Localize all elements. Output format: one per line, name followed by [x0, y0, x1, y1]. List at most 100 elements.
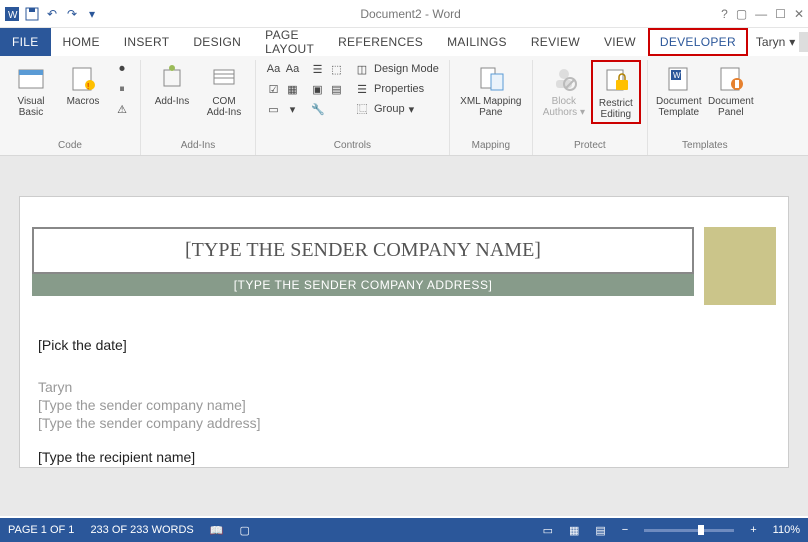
- block-authors-icon: [548, 62, 580, 94]
- group-controls: AaAa ☑▦ ▭▾ ☰⬚ ▣▤ 🔧 ◫Design Mode ☰Propert…: [256, 60, 450, 155]
- minimize-icon[interactable]: —: [755, 7, 767, 21]
- macros-button[interactable]: ! Macros: [58, 60, 108, 109]
- pause-icon: ⏸: [114, 81, 130, 97]
- pause-recording-button[interactable]: ⏸: [112, 80, 132, 98]
- chevron-down-icon: ▾: [409, 103, 415, 116]
- group-templates-label: Templates: [682, 138, 728, 155]
- page-indicator[interactable]: PAGE 1 OF 1: [8, 524, 74, 536]
- svg-text:W: W: [673, 71, 681, 80]
- design-mode-button[interactable]: ◫Design Mode: [352, 60, 441, 78]
- macros-icon: !: [67, 62, 99, 94]
- tab-file[interactable]: FILE: [0, 28, 51, 56]
- tab-design[interactable]: DESIGN: [181, 28, 253, 56]
- word-count[interactable]: 233 OF 233 WORDS: [90, 524, 193, 536]
- svg-text:W: W: [8, 10, 18, 21]
- save-icon[interactable]: [24, 6, 40, 22]
- sender-company-title[interactable]: [TYPE THE SENDER COMPANY NAME]: [32, 227, 694, 274]
- picture-control[interactable]: ☰⬚: [308, 60, 346, 78]
- group-code: Visual Basic ! Macros ⏺ ⏸ ⚠ Code: [0, 60, 141, 155]
- tab-view[interactable]: VIEW: [592, 28, 648, 56]
- record-icon: ⏺: [114, 61, 130, 77]
- tab-home[interactable]: HOME: [51, 28, 112, 56]
- close-icon[interactable]: ✕: [794, 7, 804, 21]
- zoom-out-button[interactable]: −: [622, 524, 628, 536]
- document-area[interactable]: [TYPE THE SENDER COMPANY NAME] [TYPE THE…: [0, 156, 808, 516]
- redo-icon[interactable]: ↷: [64, 6, 80, 22]
- restrict-editing-icon: [600, 64, 632, 96]
- window-title: Document2 - Word: [100, 7, 721, 21]
- tab-developer[interactable]: DEVELOPER: [648, 28, 748, 56]
- addins-button[interactable]: Add-Ins: [147, 60, 197, 109]
- building-block-control[interactable]: ▣▤: [308, 80, 346, 98]
- status-bar: PAGE 1 OF 1 233 OF 233 WORDS 📖 ▢ ▭ ▦ ▤ −…: [0, 518, 808, 542]
- recipient-name-field[interactable]: [Type the recipient name]: [38, 449, 770, 465]
- chevron-down-icon: ▾: [580, 107, 585, 118]
- document-template-button[interactable]: W Document Template: [654, 60, 704, 120]
- qat-customize-icon[interactable]: ▾: [84, 6, 100, 22]
- group-mapping-label: Mapping: [472, 138, 510, 155]
- xml-mapping-pane-button[interactable]: XML Mapping Pane: [456, 60, 526, 120]
- sender-name[interactable]: Taryn: [38, 379, 770, 395]
- sender-company-address[interactable]: [TYPE THE SENDER COMPANY ADDRESS]: [32, 274, 694, 296]
- restrict-editing-button[interactable]: Restrict Editing: [591, 60, 641, 124]
- undo-icon[interactable]: ↶: [44, 6, 60, 22]
- sender-company-field[interactable]: [Type the sender company name]: [38, 397, 770, 413]
- com-addins-icon: [208, 62, 240, 94]
- word-app-icon: W: [4, 6, 20, 22]
- tab-insert[interactable]: INSERT: [112, 28, 182, 56]
- macro-record-status-icon[interactable]: ▢: [239, 524, 249, 537]
- chevron-down-icon: ▾: [789, 35, 795, 49]
- zoom-slider[interactable]: [644, 529, 734, 532]
- page: [TYPE THE SENDER COMPANY NAME] [TYPE THE…: [19, 196, 789, 468]
- zoom-level[interactable]: 110%: [773, 524, 800, 536]
- logo-placeholder[interactable]: [704, 227, 776, 305]
- xml-mapping-icon: [475, 62, 507, 94]
- ribbon: Visual Basic ! Macros ⏺ ⏸ ⚠ Code Add-Ins…: [0, 56, 808, 156]
- avatar: [799, 32, 808, 52]
- checkbox-control[interactable]: ☑▦: [264, 80, 302, 98]
- spellcheck-icon[interactable]: 📖: [210, 524, 224, 537]
- document-panel-button[interactable]: Document Panel: [706, 60, 756, 120]
- rich-text-control[interactable]: AaAa: [264, 60, 302, 78]
- ribbon-options-icon[interactable]: ▢: [736, 7, 747, 21]
- user-menu[interactable]: Taryn ▾: [748, 28, 808, 56]
- document-template-icon: W: [663, 62, 695, 94]
- visual-basic-icon: [15, 62, 47, 94]
- tab-review[interactable]: REVIEW: [519, 28, 592, 56]
- document-panel-icon: [715, 62, 747, 94]
- record-macro-button[interactable]: ⏺: [112, 60, 132, 78]
- tab-references[interactable]: REFERENCES: [326, 28, 435, 56]
- tab-mailings[interactable]: MAILINGS: [435, 28, 519, 56]
- maximize-icon[interactable]: ☐: [775, 7, 786, 21]
- shield-icon: ⚠: [114, 101, 130, 117]
- group-mapping: XML Mapping Pane Mapping: [450, 60, 533, 155]
- group-addins-label: Add-Ins: [181, 138, 215, 155]
- macro-security-button[interactable]: ⚠: [112, 100, 132, 118]
- help-icon[interactable]: ?: [721, 7, 728, 21]
- design-mode-icon: ◫: [354, 61, 370, 77]
- svg-text:!: !: [87, 82, 89, 91]
- visual-basic-button[interactable]: Visual Basic: [6, 60, 56, 120]
- group-icon: ⿺: [354, 101, 370, 117]
- properties-icon: ☰: [354, 81, 370, 97]
- read-mode-icon[interactable]: ▭: [543, 524, 553, 537]
- addins-icon: [156, 62, 188, 94]
- group-button[interactable]: ⿺Group▾: [352, 100, 441, 118]
- user-name: Taryn: [756, 35, 785, 49]
- com-addins-button[interactable]: COM Add-Ins: [199, 60, 249, 120]
- zoom-in-button[interactable]: +: [750, 524, 756, 536]
- title-bar: W ↶ ↷ ▾ Document2 - Word ? ▢ — ☐ ✕: [0, 0, 808, 28]
- sender-address-field[interactable]: [Type the sender company address]: [38, 415, 770, 431]
- group-protect: Block Authors ▾ Restrict Editing Protect: [533, 60, 648, 155]
- tab-page-layout[interactable]: PAGE LAYOUT: [253, 28, 326, 56]
- group-addins: Add-Ins COM Add-Ins Add-Ins: [141, 60, 256, 155]
- group-templates: W Document Template Document Panel Templ…: [648, 60, 762, 155]
- dropdown-control[interactable]: ▭▾: [264, 100, 302, 118]
- date-field[interactable]: [Pick the date]: [38, 337, 770, 353]
- group-controls-label: Controls: [334, 138, 371, 155]
- group-protect-label: Protect: [574, 138, 606, 155]
- web-layout-icon[interactable]: ▤: [595, 524, 605, 537]
- properties-button[interactable]: ☰Properties: [352, 80, 441, 98]
- legacy-tools[interactable]: 🔧: [308, 100, 346, 118]
- print-layout-icon[interactable]: ▦: [569, 524, 579, 537]
